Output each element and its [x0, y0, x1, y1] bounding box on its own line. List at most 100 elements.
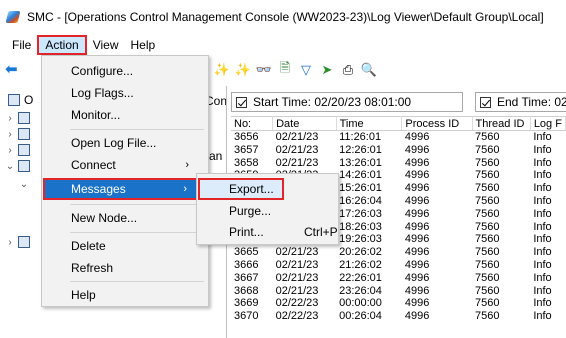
filter-icon[interactable]: ▽: [297, 61, 315, 79]
tree-node[interactable]: ›: [4, 110, 30, 126]
cell-process-id: 4996: [404, 156, 430, 169]
menu-item-configure[interactable]: Configure...: [43, 60, 207, 82]
print-preview-icon[interactable]: 🔍: [360, 61, 378, 79]
cell-log-flag: Info: [533, 271, 552, 284]
cell-log-flag: Info: [533, 220, 552, 233]
tree-node[interactable]: ›: [4, 126, 30, 142]
menu-item-label: Configure...: [71, 64, 134, 78]
submenu-item-purge[interactable]: Purge...: [198, 200, 337, 222]
cell-thread-id: 7560: [475, 169, 500, 182]
tree-node[interactable]: ⌄: [4, 158, 30, 174]
cell-process-id: 4996: [404, 194, 430, 207]
cell-process-id: 4996: [404, 284, 430, 297]
table-header: No: Date Time Process ID Thread ID Log F: [231, 116, 566, 131]
column-header-date[interactable]: Date: [272, 116, 337, 131]
cell-time: 14:26:01: [339, 169, 382, 182]
menu-item-help[interactable]: Help: [43, 284, 207, 306]
expand-arrow-icon[interactable]: ›: [4, 145, 16, 156]
menu-file[interactable]: File: [6, 36, 37, 54]
collapse-arrow-icon[interactable]: ⌄: [4, 161, 16, 172]
column-header-log-flag[interactable]: Log F: [530, 116, 566, 131]
cell-thread-id: 7560: [475, 156, 500, 169]
print-icon[interactable]: ⎙: [339, 61, 357, 79]
column-header-process-id[interactable]: Process ID: [401, 116, 473, 131]
collapse-arrow-icon[interactable]: ⌄: [18, 179, 30, 190]
tree-root[interactable]: O: [6, 92, 33, 108]
expand-arrow-icon[interactable]: ›: [4, 113, 16, 124]
table-row[interactable]: 3666 02/21/23 21:26:02 4996 7560 Info: [231, 259, 566, 272]
table-row[interactable]: 3657 02/21/23 12:26:01 4996 7560 Info: [231, 144, 566, 157]
cell-time: 00:26:04: [339, 310, 382, 323]
menu-item-label: Help: [71, 288, 96, 302]
menu-help[interactable]: Help: [125, 36, 162, 54]
cell-log-flag: Info: [533, 310, 552, 323]
submenu-item-export[interactable]: Export...: [198, 178, 284, 200]
menu-item-label: Log Flags...: [71, 86, 134, 100]
toolbar-buttons: ✨ ✨ 👓 🗎 ▽ ➤ ⎙ 🔍: [213, 60, 381, 79]
cell-log-flag: Info: [533, 297, 552, 310]
column-header-thread-id[interactable]: Thread ID: [472, 116, 531, 131]
back-arrow-icon[interactable]: ⬅: [5, 60, 18, 78]
table-row[interactable]: 3656 02/21/23 11:26:01 4996 7560 Info: [231, 131, 566, 144]
cell-time: 19:26:03: [339, 233, 382, 246]
submenu-item-print[interactable]: Print... Ctrl+P: [198, 221, 338, 243]
binoculars-icon[interactable]: 👓: [255, 61, 273, 79]
app-icon: [6, 9, 22, 25]
cell-log-flag: Info: [533, 182, 552, 195]
action-menu: Configure... Log Flags... Monitor... Ope…: [41, 55, 209, 307]
table-row[interactable]: 3670 02/22/23 00:26:04 4996 7560 Info: [231, 310, 566, 323]
start-time-filter[interactable]: Start Time: 02/20/23 08:01:00: [231, 92, 463, 112]
tree-node[interactable]: ⌄: [18, 176, 30, 192]
column-header-time[interactable]: Time: [336, 116, 403, 131]
cell-process-id: 4996: [404, 271, 430, 284]
cell-time: 23:26:04: [339, 284, 382, 297]
tree-root-label: O: [24, 93, 34, 107]
cell-date: 02/21/23: [275, 246, 319, 259]
expand-arrow-icon[interactable]: ›: [4, 237, 16, 248]
cell-no: 3666: [234, 258, 259, 271]
cell-process-id: 4996: [404, 182, 430, 195]
table-row[interactable]: 3669 02/22/23 00:00:00 4996 7560 Info: [231, 297, 566, 310]
menu-item-delete[interactable]: Delete: [43, 235, 207, 257]
table-row[interactable]: 3658 02/21/23 13:26:01 4996 7560 Info: [231, 157, 566, 170]
menu-item-monitor[interactable]: Monitor...: [43, 104, 207, 126]
cell-process-id: 4996: [404, 207, 430, 220]
menu-item-messages[interactable]: Messages ›: [43, 178, 207, 200]
menu-item-connect[interactable]: Connect ›: [43, 154, 207, 176]
column-header-no[interactable]: No:: [231, 116, 274, 131]
menu-item-open-log-file[interactable]: Open Log File...: [43, 132, 207, 154]
cell-thread-id: 7560: [475, 182, 500, 195]
menu-view[interactable]: View: [87, 36, 125, 54]
expand-arrow-icon[interactable]: ›: [4, 129, 16, 140]
cell-date: 02/21/23: [275, 156, 319, 169]
cell-thread-id: 7560: [475, 207, 500, 220]
wand-icon[interactable]: ✨: [213, 61, 231, 79]
menu-item-label: Refresh: [71, 261, 114, 275]
menu-item-new-node[interactable]: New Node...: [43, 207, 207, 229]
menu-item-label: New Node...: [71, 211, 138, 225]
end-time-checkbox[interactable]: [480, 96, 491, 108]
node-icon: [18, 160, 30, 172]
table-row[interactable]: 3667 02/21/23 22:26:01 4996 7560 Info: [231, 272, 566, 285]
tree-node[interactable]: ›: [4, 234, 30, 250]
wand-alt-icon[interactable]: ✨: [234, 61, 252, 79]
table-row[interactable]: 3665 02/21/23 20:26:02 4996 7560 Info: [231, 246, 566, 259]
end-time-filter[interactable]: End Time: 02/22: [475, 92, 566, 112]
cell-log-flag: Info: [533, 156, 552, 169]
submenu-item-label: Print...: [229, 225, 264, 239]
cell-log-flag: Info: [533, 194, 552, 207]
table-row[interactable]: 3668 02/21/23 23:26:04 4996 7560 Info: [231, 285, 566, 298]
menu-separator: [70, 129, 204, 130]
cell-thread-id: 7560: [475, 143, 500, 156]
cell-process-id: 4996: [404, 297, 430, 310]
export-icon[interactable]: ➤: [318, 61, 336, 79]
start-time-checkbox[interactable]: [236, 96, 247, 108]
cell-no: 3657: [234, 143, 259, 156]
menu-action[interactable]: Action: [37, 35, 87, 55]
menu-item-label: Connect: [71, 158, 116, 172]
file-icon[interactable]: 🗎: [276, 60, 294, 79]
tree-node[interactable]: ›: [4, 142, 30, 158]
menu-item-log-flags[interactable]: Log Flags...: [43, 82, 207, 104]
menu-item-refresh[interactable]: Refresh: [43, 257, 207, 279]
cell-date: 02/21/23: [275, 271, 319, 284]
